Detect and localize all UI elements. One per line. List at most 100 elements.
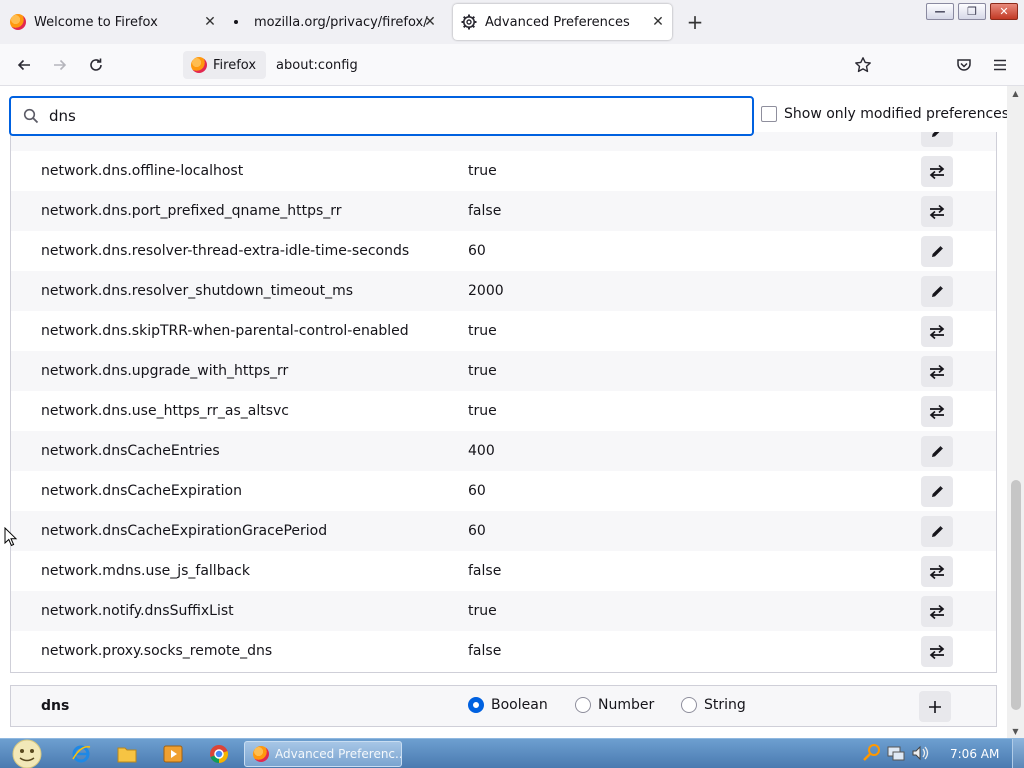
- radio-string-circle[interactable]: [681, 697, 697, 713]
- back-button[interactable]: [10, 51, 38, 79]
- show-desktop-button[interactable]: [1012, 739, 1024, 768]
- vertical-scrollbar[interactable]: ▲ ▼: [1007, 86, 1024, 738]
- gear-icon: [461, 14, 477, 30]
- internet-explorer-icon[interactable]: [70, 743, 92, 765]
- pref-row[interactable]: network.mdns.use_js_fallback false: [11, 551, 996, 591]
- navigation-toolbar: Firefox about:config: [0, 44, 1024, 86]
- edit-button[interactable]: [921, 436, 953, 467]
- firefox-icon: [191, 57, 207, 73]
- search-input[interactable]: [49, 107, 709, 125]
- pref-name: network.dns.resolver_shutdown_timeout_ms: [41, 283, 354, 299]
- edit-button[interactable]: [921, 476, 953, 507]
- pencil-icon: [932, 485, 943, 497]
- preferences-list: 300 network.dns.offline-localhosttruenet…: [10, 132, 997, 673]
- tab-welcome[interactable]: Welcome to Firefox ✕: [8, 4, 224, 40]
- minimize-button[interactable]: —: [926, 3, 954, 20]
- scroll-down-arrow-icon[interactable]: ▼: [1007, 724, 1024, 738]
- search-field[interactable]: [9, 96, 754, 136]
- restore-button[interactable]: ❐: [958, 3, 986, 20]
- firefox-icon: [253, 746, 269, 762]
- close-tab-icon[interactable]: ✕: [416, 4, 444, 40]
- pref-row[interactable]: network.dnsCacheExpiration 60: [11, 471, 996, 511]
- pref-row[interactable]: network.dns.port_prefixed_qname_https_rr…: [11, 191, 996, 231]
- search-tray-icon[interactable]: [862, 743, 882, 763]
- toggle-arrows-icon: [929, 364, 945, 379]
- tab-label: Advanced Preferences: [485, 14, 630, 30]
- pref-row[interactable]: network.dns.use_https_rr_as_altsvc true: [11, 391, 996, 431]
- forward-button[interactable]: [46, 51, 74, 79]
- pref-row[interactable]: network.dns.upgrade_with_https_rr true: [11, 351, 996, 391]
- url-text[interactable]: about:config: [276, 58, 358, 73]
- scroll-up-arrow-icon[interactable]: ▲: [1007, 86, 1024, 100]
- app-menu-button[interactable]: [986, 51, 1014, 79]
- edit-button[interactable]: [921, 276, 953, 307]
- start-button-icon[interactable]: [8, 739, 48, 768]
- toggle-button[interactable]: [921, 316, 953, 347]
- hamburger-menu-icon: [994, 59, 1006, 71]
- new-tab-button[interactable]: +: [684, 8, 706, 36]
- edit-button[interactable]: [921, 516, 953, 547]
- pref-row[interactable]: network.dns.resolver_shutdown_timeout_ms…: [11, 271, 996, 311]
- pref-row[interactable]: network.dnsCacheEntries 400: [11, 431, 996, 471]
- toggle-button[interactable]: [921, 396, 953, 427]
- type-radio-boolean[interactable]: Boolean: [468, 697, 548, 713]
- pencil-icon: [932, 245, 943, 257]
- reload-button[interactable]: [82, 51, 110, 79]
- edit-button[interactable]: [921, 132, 953, 147]
- identity-box[interactable]: Firefox: [183, 51, 267, 79]
- toggle-button[interactable]: [921, 556, 953, 587]
- pref-name: network.dns.resolver-thread-extra-idle-t…: [41, 243, 410, 259]
- pref-value: false: [468, 203, 502, 219]
- pref-row[interactable]: network.dnsCacheExpirationGracePeriod 60: [11, 511, 996, 551]
- show-modified-checkbox[interactable]: [761, 106, 777, 122]
- type-radio-number[interactable]: Number: [575, 697, 654, 713]
- pref-row[interactable]: network.proxy.socks_remote_dns false: [11, 631, 996, 671]
- type-radio-string[interactable]: String: [681, 697, 746, 713]
- network-tray-icon[interactable]: [886, 743, 906, 763]
- pref-name: network.dns.upgrade_with_https_rr: [41, 363, 289, 379]
- pref-value: 60: [468, 243, 486, 259]
- edit-button[interactable]: [921, 236, 953, 267]
- pref-name: network.dnsCacheEntries: [41, 443, 220, 459]
- toggle-arrows-icon: [929, 604, 945, 619]
- radio-number-circle[interactable]: [575, 697, 591, 713]
- volume-icon[interactable]: [910, 743, 930, 763]
- pocket-button[interactable]: [950, 51, 978, 79]
- pref-name: network.notify.dnsSuffixList: [41, 603, 234, 619]
- pref-row[interactable]: network.notify.dnsSuffixList true: [11, 591, 996, 631]
- media-player-icon[interactable]: [162, 743, 184, 765]
- pref-row[interactable]: network.dns.skipTRR-when-parental-contro…: [11, 311, 996, 351]
- chrome-icon[interactable]: [208, 743, 230, 765]
- bookmark-star-button[interactable]: [849, 51, 877, 79]
- show-modified-label: Show only modified preferences: [784, 106, 1010, 122]
- toggle-arrows-icon: [929, 164, 945, 179]
- tab-label: Welcome to Firefox: [34, 14, 158, 30]
- pref-value: false: [468, 643, 502, 659]
- tab-advanced-preferences[interactable]: Advanced Preferences ✕: [453, 4, 672, 40]
- pref-row[interactable]: network.dns.offline-localhost true: [11, 151, 996, 191]
- close-window-button[interactable]: ✕: [990, 3, 1018, 20]
- pencil-icon: [932, 525, 943, 537]
- pref-name: network.dns.port_prefixed_qname_https_rr: [41, 203, 342, 219]
- toggle-button[interactable]: [921, 196, 953, 227]
- taskbar: Advanced Preferenc... 7:06 AM: [0, 738, 1024, 768]
- toggle-button[interactable]: [921, 156, 953, 187]
- show-modified-toggle[interactable]: Show only modified preferences: [761, 106, 1009, 122]
- scrollbar-thumb[interactable]: [1011, 480, 1021, 710]
- tab-privacy[interactable]: mozilla.org/privacy/firefox/ ✕: [232, 4, 444, 40]
- taskbar-firefox-task[interactable]: Advanced Preferenc...: [244, 741, 402, 767]
- radio-boolean-circle[interactable]: [468, 697, 484, 713]
- pref-value: 2000: [468, 283, 504, 299]
- pref-row[interactable]: network.dns.resolver-thread-extra-idle-t…: [11, 231, 996, 271]
- add-pref-button[interactable]: [919, 691, 951, 722]
- toggle-button[interactable]: [921, 636, 953, 667]
- toggle-button[interactable]: [921, 596, 953, 627]
- pref-name: network.dns.use_https_rr_as_altsvc: [41, 403, 289, 419]
- close-tab-icon[interactable]: ✕: [644, 4, 672, 40]
- file-explorer-icon[interactable]: [116, 743, 138, 765]
- clock[interactable]: 7:06 AM: [950, 739, 999, 768]
- toggle-arrows-icon: [929, 564, 945, 579]
- close-tab-icon[interactable]: ✕: [196, 4, 224, 40]
- url-bar[interactable]: Firefox about:config: [183, 50, 883, 80]
- toggle-button[interactable]: [921, 356, 953, 387]
